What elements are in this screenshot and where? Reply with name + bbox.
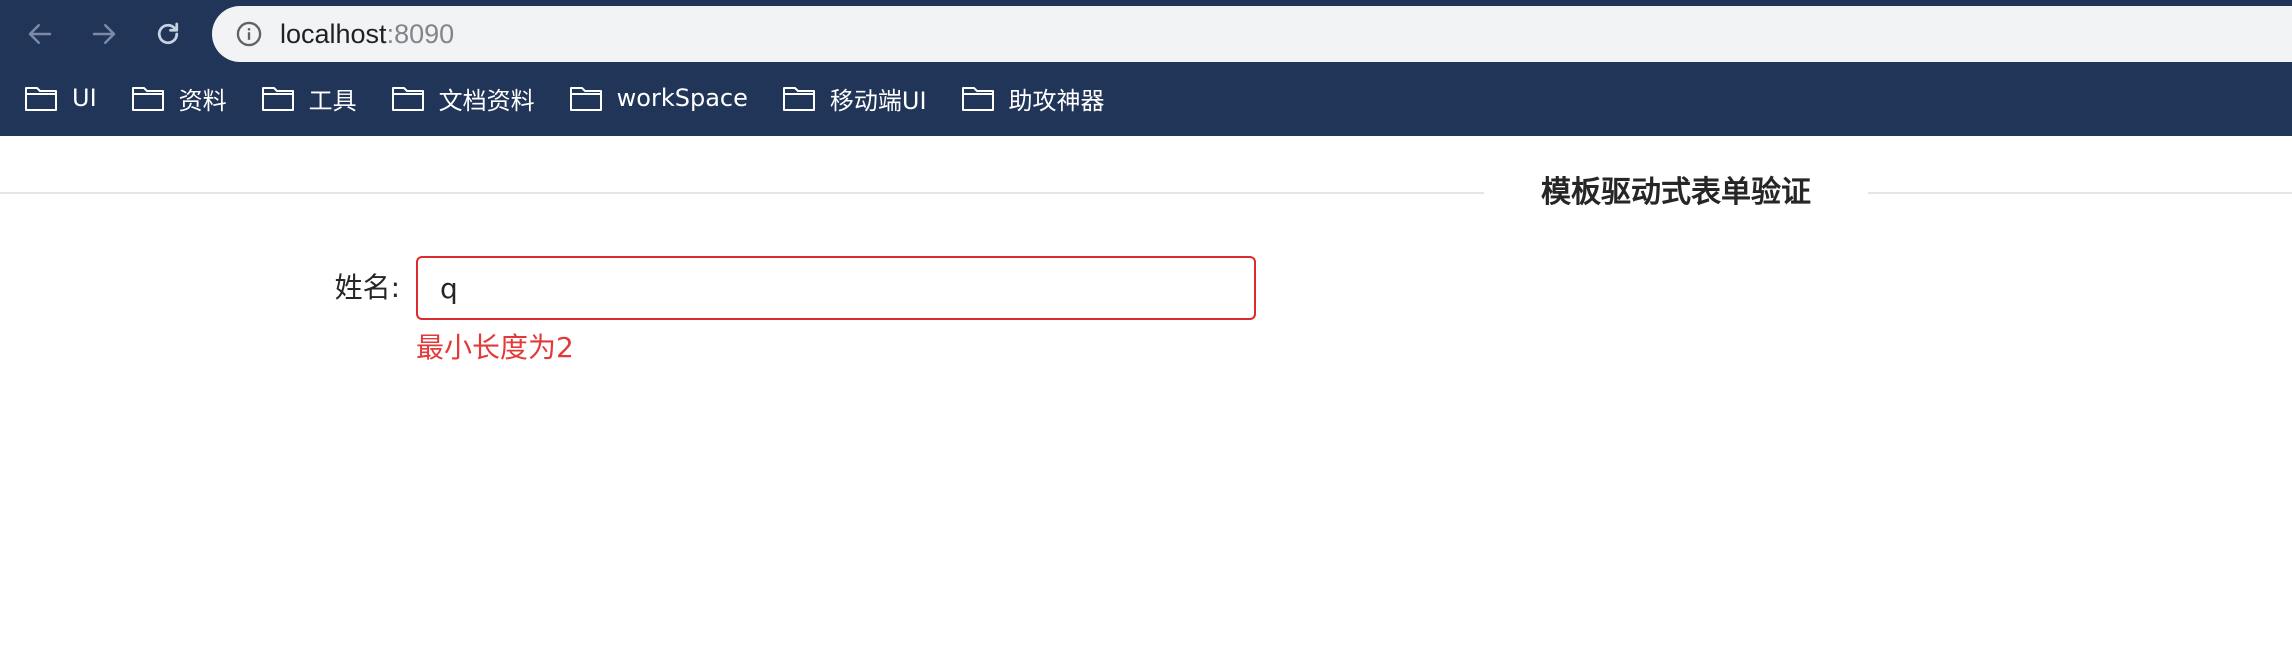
back-button[interactable] [20,14,60,54]
bookmark-zhugong-shenqi[interactable]: 助攻神器 [961,76,1105,120]
bookmark-ui[interactable]: UI [24,76,97,120]
bookmark-label: 资料 [178,86,227,115]
page-content: 模板驱动式表单验证 姓名: 最小长度为2 [0,136,2292,672]
folder-icon [782,84,816,112]
name-label: 姓名: [334,271,400,304]
bookmark-label: 移动端UI [829,86,927,115]
folder-icon [391,84,425,112]
bookmark-workspace[interactable]: workSpace [569,76,748,120]
folder-icon [569,84,603,112]
browser-chrome: localhost:8090 UI 资料 工具 文档资料 workSpace 移… [0,0,2292,136]
name-input[interactable] [416,256,1256,320]
folder-icon [261,84,295,112]
bookmark-label: workSpace [616,84,748,112]
folder-icon [961,84,995,112]
arrow-right-icon [92,24,116,44]
validation-error-message: 最小长度为2 [416,331,574,364]
name-form-row: 姓名: [0,256,2292,320]
url-port: :8090 [386,18,455,49]
bookmark-label: 工具 [308,86,357,115]
info-icon[interactable] [234,19,264,49]
divider-line [0,192,1484,194]
folder-icon [24,84,58,112]
folder-icon [131,84,165,112]
bookmarks-bar: UI 资料 工具 文档资料 workSpace 移动端UI 助攻神器 [0,76,1115,120]
url-host: localhost [280,18,387,49]
bookmark-label: UI [72,84,97,112]
bookmark-wendang-ziliao[interactable]: 文档资料 [391,76,535,120]
page-title: 模板驱动式表单验证 [1541,175,1811,210]
address-bar[interactable]: localhost:8090 [212,6,2292,62]
bookmark-label: 文档资料 [438,86,535,115]
bookmark-ziliao[interactable]: 资料 [131,76,227,120]
forward-button[interactable] [84,14,124,54]
bookmark-mobile-ui[interactable]: 移动端UI [782,76,927,120]
url-text[interactable]: localhost:8090 [280,19,454,50]
bookmark-gongju[interactable]: 工具 [261,76,357,120]
reload-button[interactable] [148,14,188,54]
divider-line [1868,192,2292,194]
arrow-left-icon [28,24,52,44]
bookmark-label: 助攻神器 [1008,86,1105,115]
reload-icon [157,22,179,45]
